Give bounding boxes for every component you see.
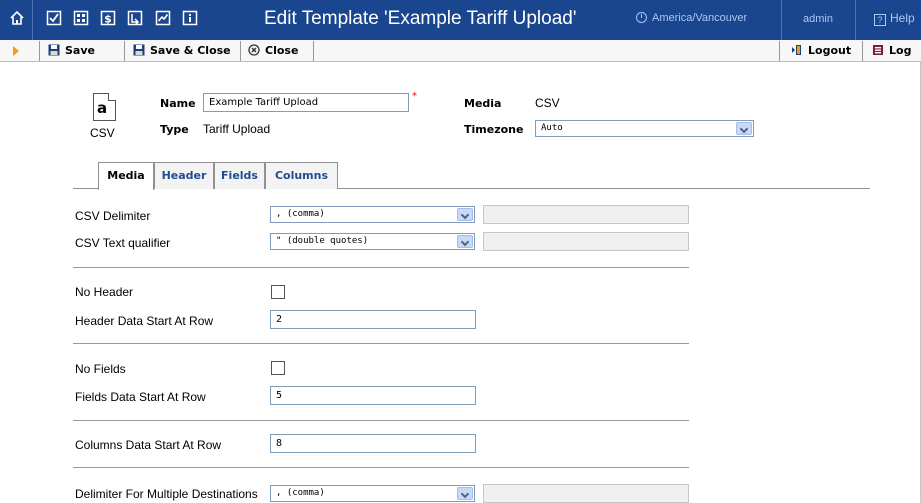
clock-icon (636, 12, 647, 23)
csv-file-icon-letter: a (97, 99, 108, 117)
floppy-icon (48, 42, 60, 56)
section-divider (73, 267, 689, 268)
chevron-down-icon (736, 122, 752, 135)
logout-icon (791, 42, 803, 55)
csv-delimiter-select[interactable]: , (comma) (270, 206, 475, 223)
toolbar-divider (240, 41, 241, 61)
tab-fields[interactable]: Fields (214, 162, 265, 189)
save-close-button[interactable]: Save & Close (133, 40, 231, 61)
chart-icon[interactable] (155, 10, 171, 26)
logout-button-label: Logout (808, 44, 852, 57)
columns-start-row-input[interactable] (270, 434, 476, 453)
no-fields-checkbox[interactable] (271, 361, 285, 375)
log-icon (872, 42, 884, 55)
save-button[interactable]: Save (48, 40, 95, 61)
no-fields-label: No Fields (75, 362, 126, 376)
section-divider (73, 420, 689, 421)
multi-destination-delimiter-select-value: , (comma) (276, 488, 325, 498)
home-icon[interactable] (9, 10, 25, 26)
checkbox-icon[interactable] (46, 10, 62, 26)
toolbar: Save Save & Close Close Logout Log (0, 40, 921, 62)
divider (781, 0, 782, 40)
title-bar: $ Edit Template 'Example Tariff Upload' … (0, 0, 921, 40)
help-link-label: Help (890, 11, 915, 25)
play-icon[interactable] (13, 46, 19, 56)
csv-file-icon: a (93, 93, 116, 121)
close-button[interactable]: Close (248, 40, 298, 61)
name-input[interactable] (203, 93, 409, 112)
chevron-down-icon (457, 235, 473, 248)
timezone-select-value: Auto (541, 123, 563, 133)
grid-icon[interactable] (73, 10, 89, 26)
no-header-label: No Header (75, 285, 134, 299)
media-label: Media (464, 97, 502, 110)
type-label: Type (160, 123, 189, 136)
csv-delimiter-select-value: , (comma) (276, 209, 325, 219)
log-button-label: Log (889, 44, 912, 57)
tab-media[interactable]: Media (98, 162, 154, 190)
save-close-button-label: Save & Close (150, 44, 231, 57)
fields-start-row-label: Fields Data Start At Row (75, 390, 206, 404)
toolbar-divider (862, 41, 863, 61)
info-icon[interactable] (182, 10, 198, 26)
dollar-icon[interactable]: $ (100, 10, 116, 26)
media-value: CSV (535, 96, 560, 110)
timezone-link-label: America/Vancouver (652, 12, 748, 24)
log-button[interactable]: Log (872, 40, 911, 61)
import-icon[interactable] (127, 10, 143, 26)
svg-text:$: $ (104, 13, 112, 26)
timezone-label: Timezone (464, 123, 524, 136)
csv-text-qualifier-select[interactable]: " (double quotes) (270, 233, 475, 250)
type-value: Tariff Upload (203, 122, 271, 136)
close-circle-icon (248, 42, 260, 56)
fields-start-row-input[interactable] (270, 386, 476, 405)
required-marker: * (412, 91, 417, 102)
csv-delimiter-custom-input (483, 205, 689, 224)
csv-text-qualifier-label: CSV Text qualifier (75, 236, 171, 250)
name-label: Name (160, 97, 196, 110)
logout-button[interactable]: Logout (791, 40, 851, 61)
columns-start-row-label: Columns Data Start At Row (75, 438, 222, 452)
page-title: Edit Template 'Example Tariff Upload' (264, 8, 577, 29)
header-start-row-label: Header Data Start At Row (75, 314, 214, 328)
csv-text-qualifier-select-value: " (double quotes) (276, 236, 369, 246)
header-start-row-input[interactable] (270, 310, 476, 329)
timezone-select[interactable]: Auto (535, 120, 754, 137)
multi-destination-delimiter-label: Delimiter For Multiple Destinations (75, 487, 258, 501)
help-link[interactable]: ? Help (874, 11, 915, 26)
multi-destination-custom-input (483, 484, 689, 503)
csv-delimiter-label: CSV Delimiter (75, 209, 151, 223)
divider (32, 0, 33, 40)
toolbar-divider (313, 41, 314, 61)
csv-text-qualifier-custom-input (483, 232, 689, 251)
multi-destination-delimiter-select[interactable]: , (comma) (270, 485, 475, 502)
chevron-down-icon (457, 487, 473, 500)
toolbar-divider (779, 41, 780, 61)
chevron-down-icon (457, 208, 473, 221)
tab-columns[interactable]: Columns (265, 162, 338, 189)
toolbar-divider (39, 41, 40, 61)
help-icon: ? (874, 14, 886, 26)
section-divider (73, 343, 689, 344)
divider (855, 0, 856, 40)
timezone-link[interactable]: America/Vancouver (636, 12, 747, 24)
csv-caption: CSV (90, 126, 115, 140)
tab-header[interactable]: Header (154, 162, 214, 189)
section-divider (73, 467, 689, 468)
save-button-label: Save (65, 44, 95, 57)
toolbar-divider (124, 41, 125, 61)
no-header-checkbox[interactable] (271, 285, 285, 299)
user-link[interactable]: admin (803, 13, 833, 25)
close-button-label: Close (265, 44, 299, 57)
floppy-icon (133, 42, 145, 56)
